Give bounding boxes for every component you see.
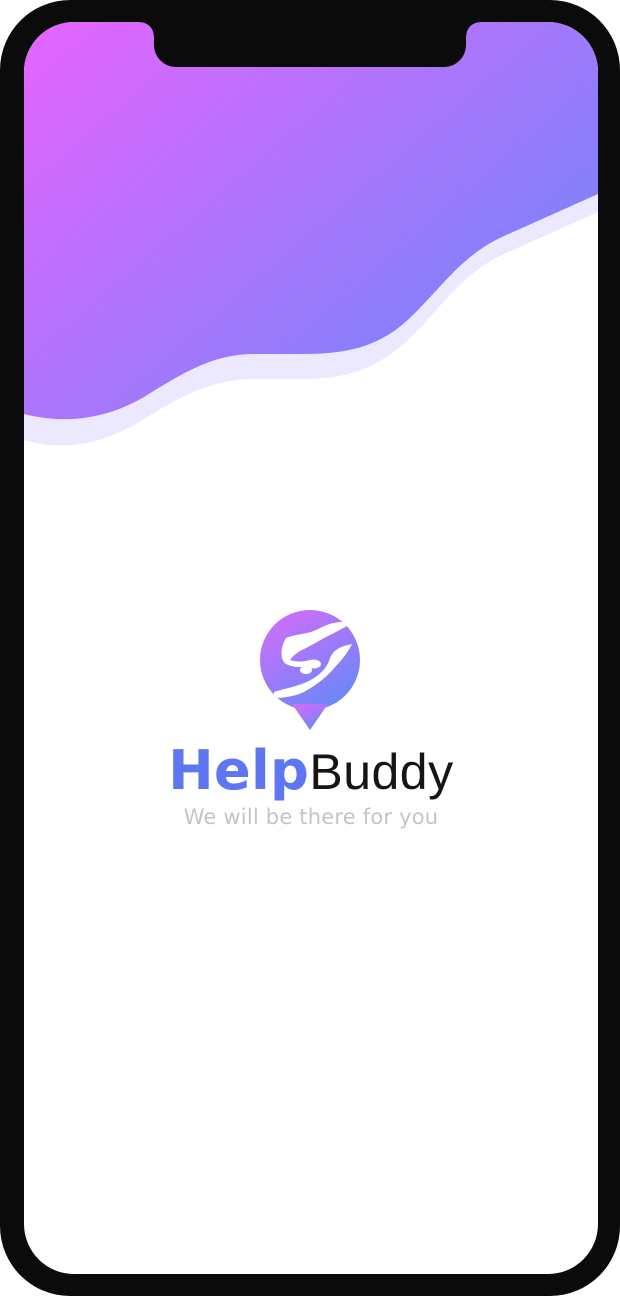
helping-hands-chat-bubble-icon	[260, 610, 360, 730]
app-tagline: We will be there for you	[183, 805, 439, 829]
app-name-help: Help	[168, 739, 310, 802]
phone-frame: HelpBuddy We will be there for you	[0, 0, 620, 1296]
header-wave-background	[24, 22, 598, 446]
app-name: HelpBuddy	[24, 742, 598, 801]
phone-notch	[140, 22, 480, 67]
app-name-buddy: Buddy	[309, 744, 454, 800]
splash-screen: HelpBuddy We will be there for you	[24, 22, 598, 1274]
logo-block: HelpBuddy We will be there for you	[24, 608, 598, 829]
